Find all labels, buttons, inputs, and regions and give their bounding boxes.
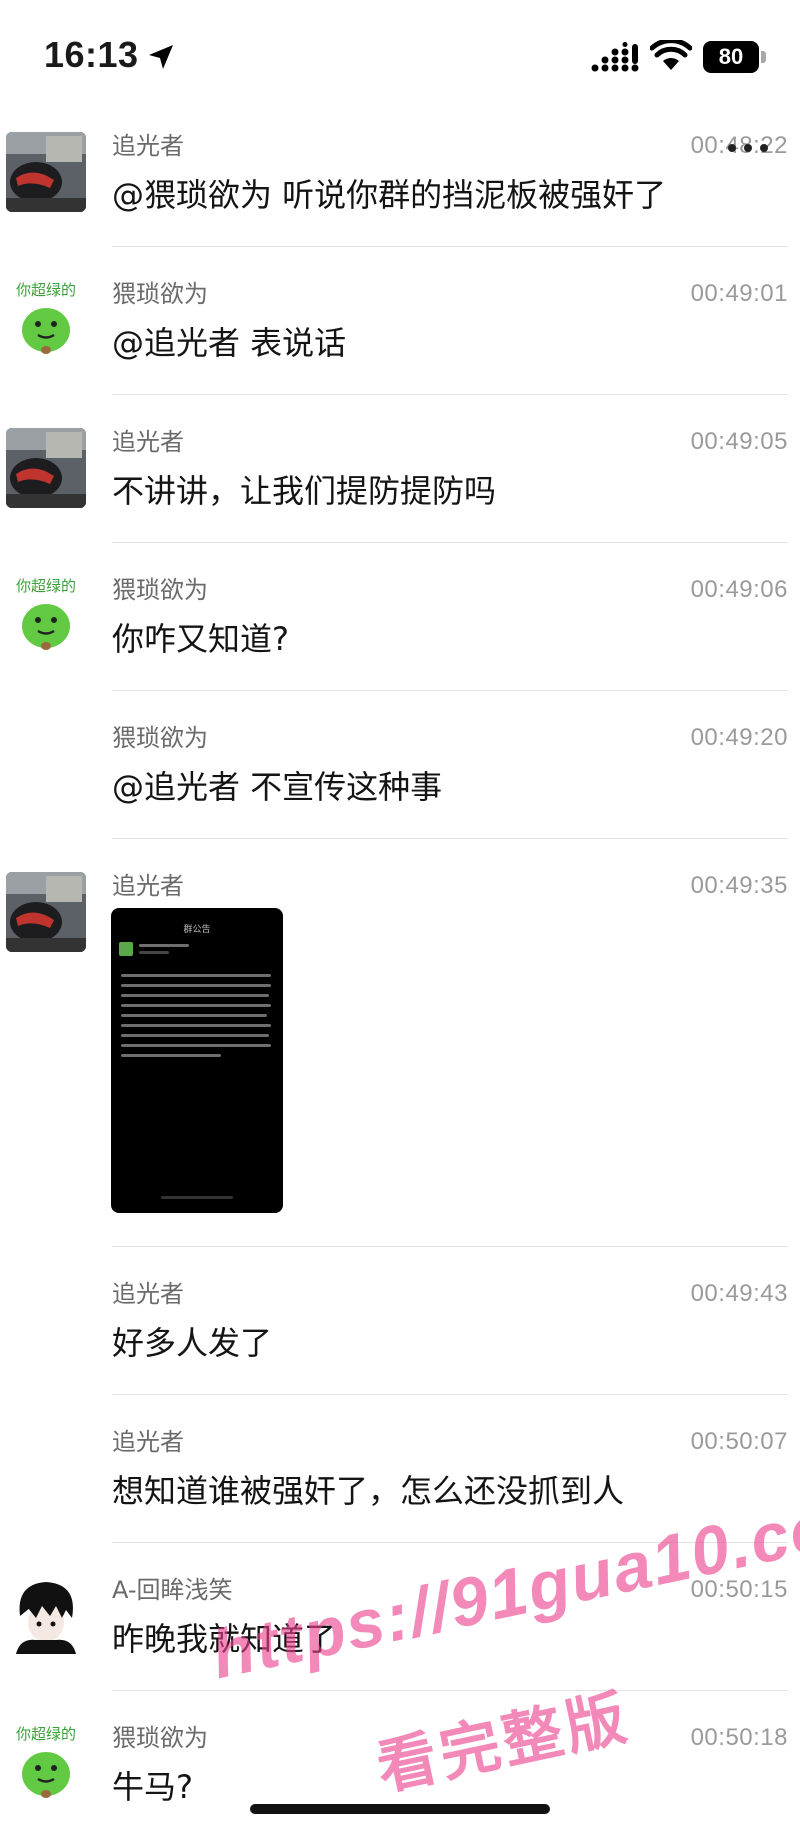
anime-avatar-icon	[6, 1574, 86, 1654]
divider	[112, 690, 788, 691]
avatar[interactable]: 你超绿的	[6, 1722, 86, 1802]
avatar[interactable]: 你超绿的	[6, 574, 86, 654]
message-time: 00:49:35	[690, 872, 788, 899]
divider	[112, 394, 788, 395]
svg-text:你超绿的: 你超绿的	[16, 577, 76, 595]
message-text: 牛马?	[112, 1768, 193, 1806]
thumbnail-user-icon	[119, 942, 133, 956]
message-item[interactable]: 追光者 00:49:05 不讲讲，让我们提防提防吗	[0, 422, 800, 542]
photo-avatar-icon	[6, 428, 86, 508]
avatar[interactable]	[6, 428, 86, 508]
thumbnail-line	[121, 1014, 267, 1017]
green-cartoon-avatar-icon: 你超绿的	[6, 278, 86, 358]
battery-level: 80	[703, 41, 759, 73]
thumbnail-line	[139, 951, 169, 954]
home-indicator	[250, 1804, 550, 1814]
thumbnail-line	[121, 1054, 221, 1057]
message-text: 你咋又知道?	[112, 620, 289, 658]
thumbnail-line	[121, 984, 271, 987]
status-bar: 16:13 80	[0, 0, 800, 110]
message-text: 好多人发了	[112, 1324, 273, 1362]
photo-avatar-icon	[6, 132, 86, 212]
message-item[interactable]: 猥琐欲为 00:49:20 @追光者 不宣传这种事	[0, 718, 800, 838]
message-text: 想知道谁被强奸了，怎么还没抓到人	[112, 1472, 625, 1510]
message-text: @猥琐欲为 听说你群的挡泥板被强奸了	[112, 176, 667, 214]
more-icon[interactable]	[728, 142, 776, 154]
divider	[112, 246, 788, 247]
message-time: 00:50:18	[690, 1724, 788, 1751]
thumbnail-line	[121, 994, 269, 997]
message-item[interactable]: 追光者 00:49:43 好多人发了	[0, 1274, 800, 1394]
message-item[interactable]: 你超绿的 猥琐欲为 00:49:06 你咋又知道?	[0, 570, 800, 690]
green-cartoon-avatar-icon: 你超绿的	[6, 1722, 86, 1802]
thumbnail-line	[121, 1024, 271, 1027]
cellular-signal-icon	[591, 42, 639, 72]
message-item[interactable]: 追光者 00:48:22 @猥琐欲为 听说你群的挡泥板被强奸了	[0, 126, 800, 246]
divider	[112, 838, 788, 839]
sender-name: 追光者	[112, 132, 184, 160]
message-text: @追光者 表说话	[112, 324, 347, 362]
wifi-icon	[650, 40, 692, 70]
avatar[interactable]: 你超绿的	[6, 278, 86, 358]
status-time: 16:13	[44, 34, 139, 75]
thumbnail-line	[139, 944, 189, 947]
sender-name: A-回眸浅笑	[112, 1576, 233, 1604]
svg-text:你超绿的: 你超绿的	[16, 1725, 76, 1743]
image-attachment[interactable]: 群公告	[111, 908, 283, 1213]
thumbnail-line	[121, 1034, 269, 1037]
thumbnail-line	[121, 1004, 271, 1007]
battery-indicator: 80	[703, 41, 767, 73]
green-cartoon-avatar-icon: 你超绿的	[6, 574, 86, 654]
message-item[interactable]: 你超绿的 猥琐欲为 00:49:01 @追光者 表说话	[0, 274, 800, 394]
battery-cap	[761, 51, 766, 63]
sender-name: 猥琐欲为	[112, 724, 208, 752]
message-time: 00:49:01	[690, 280, 788, 307]
message-time: 00:49:20	[690, 724, 788, 751]
message-time: 00:49:05	[690, 428, 788, 455]
avatar[interactable]	[6, 132, 86, 212]
message-time: 00:49:06	[690, 576, 788, 603]
divider	[112, 1394, 788, 1395]
sender-name: 追光者	[112, 1280, 184, 1308]
message-text: @追光者 不宣传这种事	[112, 768, 443, 806]
message-time: 00:50:07	[690, 1428, 788, 1455]
divider	[112, 542, 788, 543]
thumbnail-line	[121, 1044, 271, 1047]
sender-name: 猥琐欲为	[112, 280, 208, 308]
sender-name: 追光者	[112, 428, 184, 456]
thumbnail-title: 群公告	[183, 925, 211, 935]
thumbnail-line	[121, 974, 271, 977]
divider	[112, 1246, 788, 1247]
message-time: 00:49:43	[690, 1280, 788, 1307]
avatar[interactable]	[6, 872, 86, 952]
photo-avatar-icon	[6, 872, 86, 952]
thumbnail-line	[161, 1196, 233, 1199]
sender-name: 追光者	[112, 872, 184, 900]
divider	[112, 1690, 788, 1691]
avatar[interactable]	[6, 1574, 86, 1654]
location-arrow-icon	[149, 45, 173, 69]
sender-name: 猥琐欲为	[112, 576, 208, 604]
message-text: 不讲讲，让我们提防提防吗	[112, 472, 497, 510]
svg-text:你超绿的: 你超绿的	[16, 281, 76, 299]
sender-name: 猥琐欲为	[112, 1724, 208, 1752]
sender-name: 追光者	[112, 1428, 184, 1456]
